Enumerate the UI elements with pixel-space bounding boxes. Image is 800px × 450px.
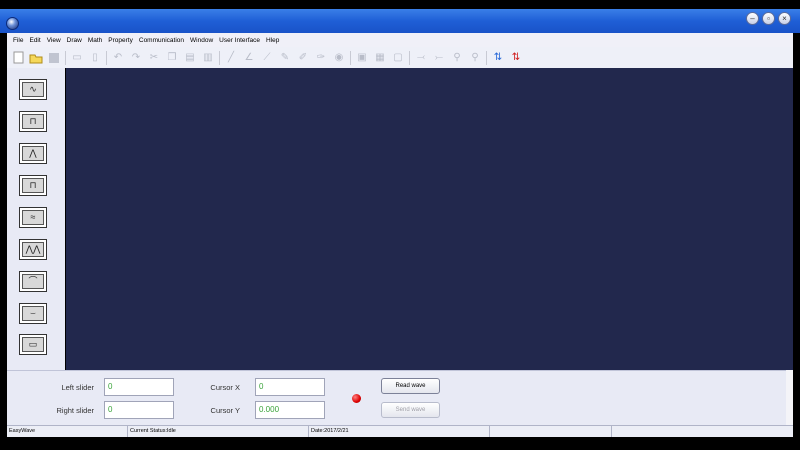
new-file-icon[interactable] xyxy=(11,51,25,65)
connect-icon[interactable]: ⇅ xyxy=(491,51,505,65)
toolbar-separator xyxy=(350,50,351,65)
dc-wave-button[interactable]: ▭ xyxy=(19,334,47,355)
square-wave-button[interactable]: ⊓ xyxy=(19,111,47,132)
vertical-scrollbar[interactable] xyxy=(786,370,793,425)
read-wave-button[interactable]: Read wave xyxy=(381,378,440,394)
toolbar-separator xyxy=(65,50,66,65)
pen-record-icon[interactable]: ◉ xyxy=(332,51,346,65)
status-pane-4 xyxy=(490,426,612,437)
title-bar[interactable] xyxy=(0,9,800,33)
menu-property[interactable]: Property xyxy=(108,37,133,44)
pulse-wave-icon: ⊓ xyxy=(22,178,44,193)
zoom-out-icon[interactable]: ⚲ xyxy=(468,51,482,65)
waveform-canvas[interactable] xyxy=(66,68,793,370)
pulse-wave-button[interactable]: ⊓ xyxy=(19,175,47,196)
send-wave-button[interactable]: Send wave xyxy=(381,402,440,418)
sawtooth-noise-icon: ⋀⋀ xyxy=(22,242,44,257)
pen-segment-icon[interactable]: ✐ xyxy=(296,51,310,65)
pen-line-2-icon[interactable]: ∠ xyxy=(242,51,256,65)
exponential-rise-button[interactable]: ⌒ xyxy=(19,271,47,292)
menu-help[interactable]: Hlep xyxy=(266,37,279,44)
open-folder-icon[interactable] xyxy=(29,51,43,65)
menu-window[interactable]: Window xyxy=(190,37,213,44)
cursor-x-input[interactable]: 0 xyxy=(255,378,325,396)
toolbar-separator xyxy=(409,50,410,65)
menu-math[interactable]: Math xyxy=(88,37,102,44)
copy-icon[interactable]: ❐ xyxy=(165,51,179,65)
save-icon[interactable] xyxy=(47,51,61,65)
menu-bar: File Edit View Draw Math Property Commun… xyxy=(7,33,793,47)
minimize-button[interactable]: – xyxy=(746,12,759,25)
restore-button[interactable]: ▫ xyxy=(762,12,775,25)
exponential-decay-icon: ⌣ xyxy=(22,306,44,321)
exponential-rise-icon: ⌒ xyxy=(22,274,44,289)
toolbar-separator xyxy=(486,50,487,65)
right-slider-label: Right slider xyxy=(56,406,94,415)
cursor-x-label: Cursor X xyxy=(210,383,240,392)
noise-wave-icon: ≈ xyxy=(22,210,44,225)
status-bar: EasyWave Current Status:Idle Date:2017/2… xyxy=(7,425,793,437)
exponential-decay-button[interactable]: ⌣ xyxy=(19,303,47,324)
menu-communication[interactable]: Communication xyxy=(139,37,184,44)
close-button[interactable]: × xyxy=(778,12,791,25)
cursor-y-input[interactable]: 0.000 xyxy=(255,401,325,419)
sawtooth-noise-button[interactable]: ⋀⋀ xyxy=(19,239,47,260)
close-icon: × xyxy=(782,13,787,23)
zoom-in-icon[interactable]: ⚲ xyxy=(450,51,464,65)
status-current: Current Status:Idle xyxy=(128,426,309,437)
undo-icon[interactable]: ↶ xyxy=(111,51,125,65)
toolbar-separator xyxy=(106,50,107,65)
pen-line-4-icon[interactable]: ✎ xyxy=(278,51,292,65)
app-system-icon[interactable] xyxy=(6,17,19,30)
triangle-wave-button[interactable]: ⋀ xyxy=(19,143,47,164)
restore-icon: ▫ xyxy=(767,13,770,23)
zoom-vertical-icon[interactable]: ⤚ xyxy=(432,51,446,65)
cut-icon[interactable]: ✂ xyxy=(147,51,161,65)
toolbar-separator xyxy=(219,50,220,65)
menu-edit[interactable]: Edit xyxy=(29,37,40,44)
pen-segment-2-icon[interactable]: ✑ xyxy=(314,51,328,65)
noise-wave-button[interactable]: ≈ xyxy=(19,207,47,228)
redo-icon[interactable]: ↷ xyxy=(129,51,143,65)
print-icon[interactable]: ▭ xyxy=(70,51,84,65)
sine-wave-icon: ∿ xyxy=(22,82,44,97)
disconnect-icon[interactable]: ⇅ xyxy=(509,51,523,65)
left-slider-input[interactable]: 0 xyxy=(104,378,174,396)
toolbar: ▭ ▯ ↶ ↷ ✂ ❐ ▤ ▥ ╱ ∠ ⟋ ✎ ✐ ✑ ◉ ▣ ▦ ▢ ⤙ ⤚ … xyxy=(7,47,793,68)
grid-icon[interactable]: ▦ xyxy=(373,51,387,65)
triangle-wave-icon: ⋀ xyxy=(22,146,44,161)
minimize-icon: – xyxy=(750,13,755,23)
menu-draw[interactable]: Draw xyxy=(67,37,82,44)
zoom-horizontal-icon[interactable]: ⤙ xyxy=(414,51,428,65)
cursor-y-label: Cursor Y xyxy=(210,406,240,415)
pen-line-icon[interactable]: ╱ xyxy=(224,51,238,65)
right-slider-input[interactable]: 0 xyxy=(104,401,174,419)
left-slider-label: Left slider xyxy=(61,383,94,392)
sine-wave-button[interactable]: ∿ xyxy=(19,79,47,100)
square-wave-icon: ⊓ xyxy=(22,114,44,129)
menu-view[interactable]: View xyxy=(47,37,61,44)
status-app-name: EasyWave xyxy=(7,426,128,437)
frame-icon[interactable]: ▣ xyxy=(355,51,369,65)
menu-file[interactable]: File xyxy=(13,37,23,44)
pen-line-3-icon[interactable]: ⟋ xyxy=(260,51,274,65)
status-date: Date:2017/2/21 xyxy=(309,426,490,437)
paste-icon[interactable]: ▤ xyxy=(183,51,197,65)
waveform-palette: ∿ ⊓ ⋀ ⊓ ≈ ⋀⋀ ⌒ ⌣ ▭ xyxy=(7,68,65,370)
connection-status-led xyxy=(352,394,361,403)
delete-icon[interactable]: ▥ xyxy=(201,51,215,65)
dc-wave-icon: ▭ xyxy=(22,337,44,352)
fit-icon[interactable]: ▢ xyxy=(391,51,405,65)
status-pane-5 xyxy=(612,426,793,437)
menu-user-interface[interactable]: User Interface xyxy=(219,37,260,44)
print-preview-icon[interactable]: ▯ xyxy=(88,51,102,65)
